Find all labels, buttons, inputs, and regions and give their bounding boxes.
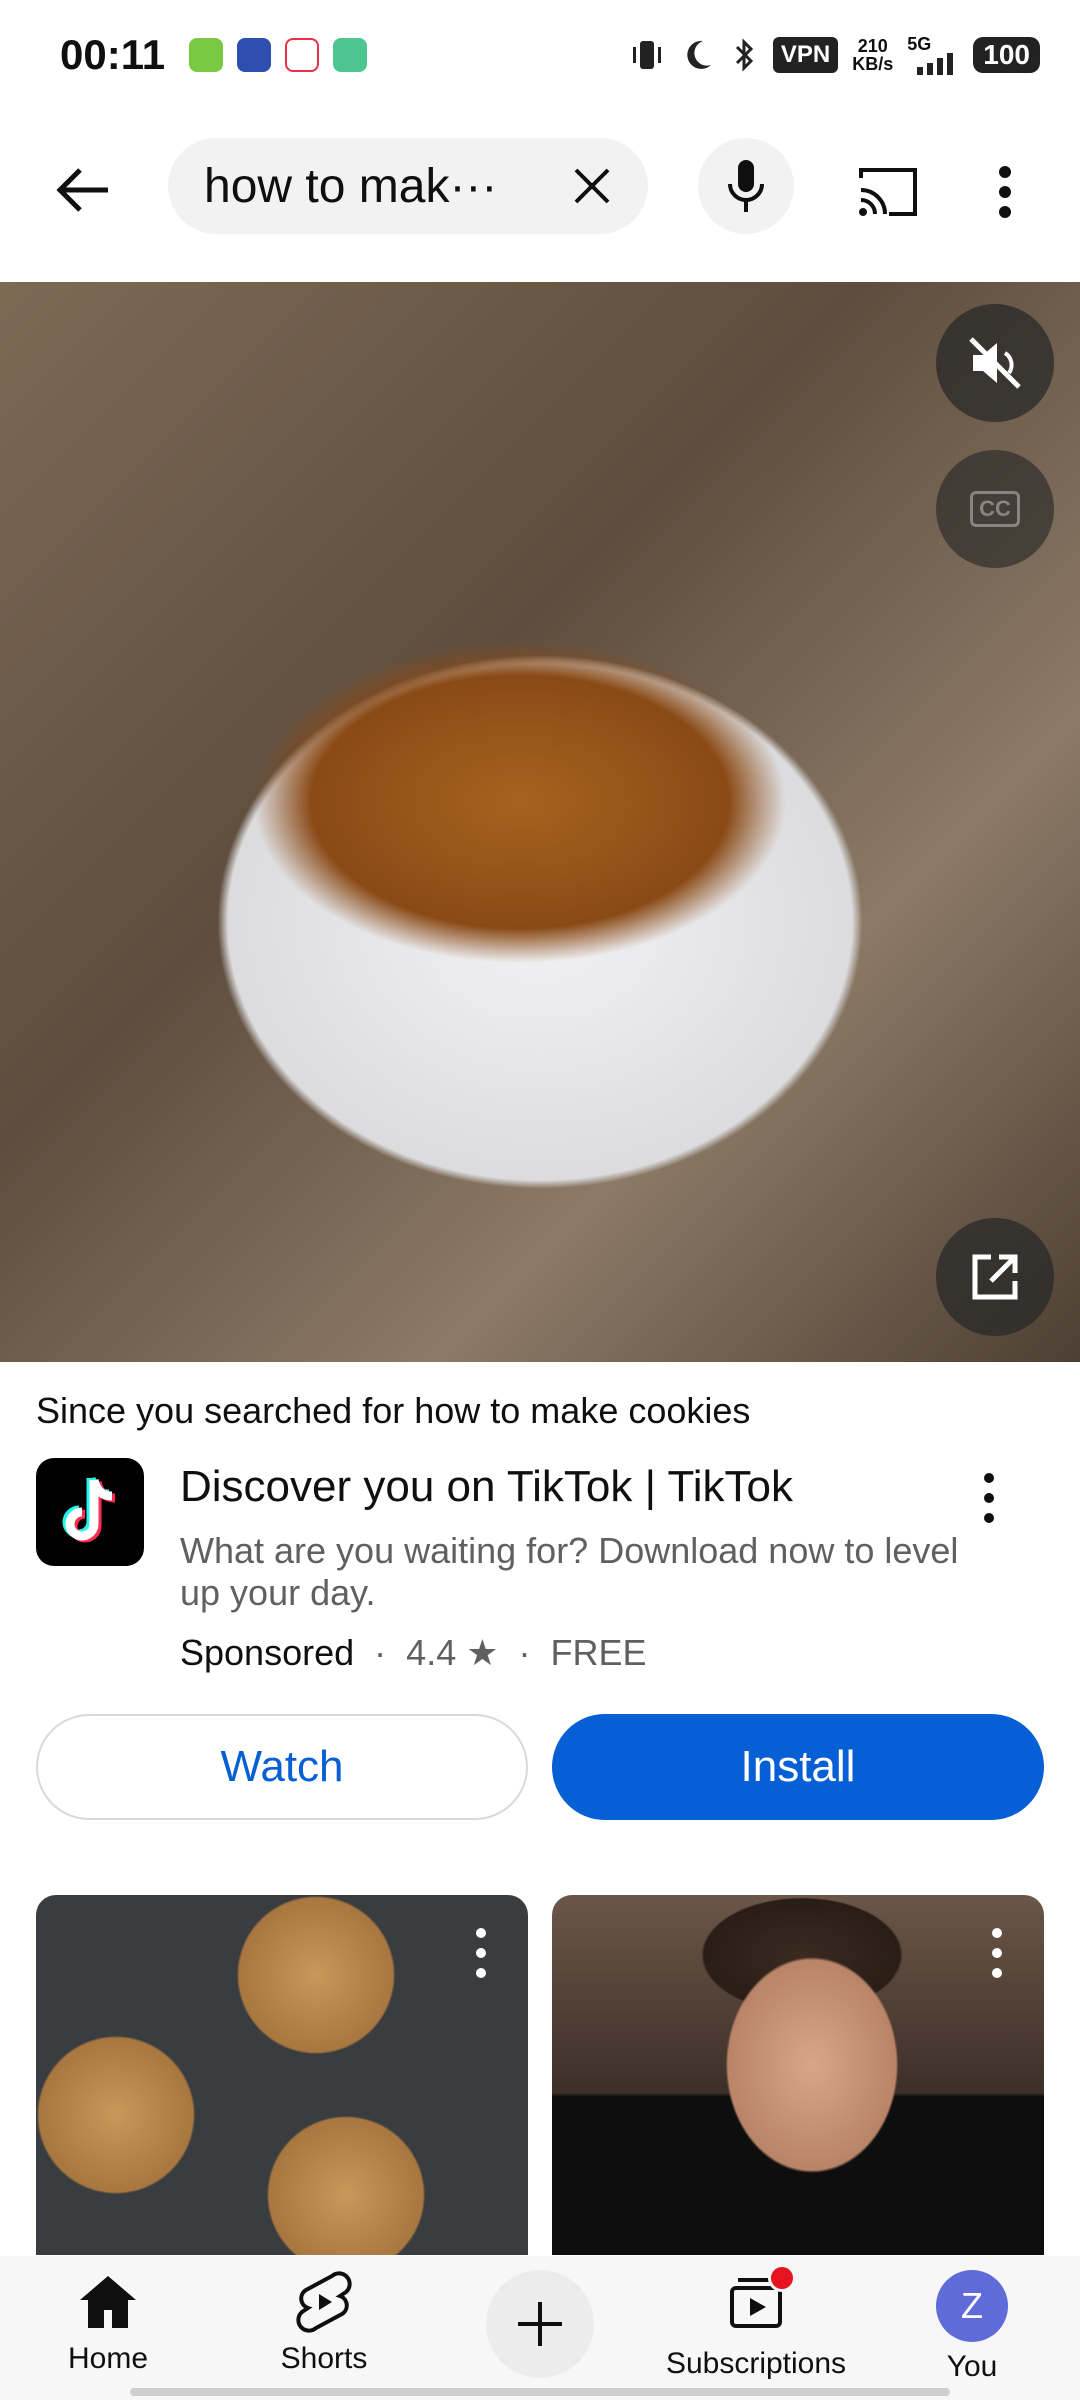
shorts-icon — [296, 2271, 352, 2333]
more-options-button[interactable] — [980, 150, 1030, 234]
ad-more-button[interactable] — [982, 1470, 1012, 1530]
nav-you[interactable]: Z You — [872, 2270, 1072, 2384]
result-more-button[interactable] — [474, 1925, 498, 1981]
home-icon — [80, 2276, 136, 2328]
signal: 5G — [907, 35, 959, 75]
ad-meta: Sponsored · 4.4 ★ · FREE — [180, 1632, 647, 1674]
speed-value: 210 — [857, 36, 888, 56]
network-type: 5G — [907, 34, 932, 54]
muted-speaker-icon — [969, 337, 1021, 389]
back-button[interactable] — [44, 150, 124, 230]
arrow-left-icon — [56, 168, 108, 212]
status-right: VPN 210 KB/s 5G 100 — [629, 35, 1040, 75]
notification-app-icon — [237, 38, 272, 72]
result-more-button[interactable] — [990, 1925, 1014, 1981]
notification-app-icon — [285, 38, 320, 72]
tiktok-logo[interactable] — [36, 1458, 144, 1566]
voice-search-button[interactable] — [698, 138, 794, 234]
plus-icon — [518, 2302, 562, 2346]
status-bar: 00:11 VPN 210 KB/s 5G 100 — [0, 0, 1080, 110]
vibrate-icon — [632, 41, 661, 69]
search-box[interactable]: how to mak··· — [168, 138, 648, 234]
cast-button[interactable] — [846, 150, 930, 234]
signal-bars-icon — [917, 53, 954, 75]
gesture-bar[interactable] — [130, 2388, 950, 2396]
battery-level: 100 — [973, 37, 1040, 73]
more-vertical-icon — [992, 1928, 1002, 1978]
more-vertical-icon — [476, 1928, 486, 1978]
meta-separator: · — [518, 1632, 531, 1673]
more-vertical-icon — [999, 166, 1011, 218]
captions-button[interactable]: CC — [936, 450, 1054, 568]
close-icon — [574, 168, 610, 204]
nav-subscriptions[interactable]: Subscriptions — [656, 2264, 856, 2381]
meta-separator: · — [374, 1632, 387, 1673]
mute-button[interactable] — [936, 304, 1054, 422]
ad-reason: Since you searched for how to make cooki… — [36, 1390, 750, 1432]
nav-shorts[interactable]: Shorts — [224, 2270, 424, 2376]
search-header: how to mak··· — [0, 130, 1080, 250]
notification-app-icon — [333, 38, 368, 72]
notification-dot — [768, 2264, 796, 2292]
open-ad-button[interactable] — [936, 1218, 1054, 1336]
bluetooth-icon — [735, 38, 754, 72]
ad-title[interactable]: Discover you on TikTok | TikTok — [180, 1462, 793, 1512]
video-result-thumbnail[interactable] — [552, 1895, 1044, 2255]
search-query[interactable]: how to mak··· — [204, 159, 524, 214]
nav-you-label: You — [946, 2350, 998, 2383]
ad-reason-prefix: Since you searched for — [36, 1390, 405, 1431]
star-icon: ★ — [466, 1632, 499, 1673]
cast-icon — [859, 168, 917, 216]
nav-home-label: Home — [67, 2342, 149, 2375]
install-button[interactable]: Install — [552, 1714, 1044, 1820]
ad-video-player[interactable]: CC — [0, 282, 1080, 1362]
ad-reason-query: how to make cookies — [414, 1390, 751, 1431]
nav-shorts-label: Shorts — [280, 2342, 368, 2375]
app-rating: 4.4 — [406, 1632, 457, 1673]
microphone-icon — [728, 160, 764, 212]
ad-description: What are you waiting for? Download now t… — [180, 1530, 959, 1613]
status-time: 00:11 — [60, 31, 166, 78]
app-price: FREE — [550, 1632, 647, 1673]
vpn-badge: VPN — [772, 37, 839, 73]
cc-icon: CC — [970, 491, 1020, 527]
tiktok-icon — [62, 1476, 116, 1543]
notification-app-icon — [189, 38, 224, 72]
open-external-icon — [972, 1254, 1018, 1300]
nav-home[interactable]: Home — [8, 2270, 208, 2376]
network-speed: 210 KB/s — [852, 37, 893, 73]
sponsored-label: Sponsored — [180, 1632, 355, 1673]
nav-subscriptions-label: Subscriptions — [665, 2347, 847, 2380]
speed-unit: KB/s — [852, 54, 894, 74]
subscriptions-icon-wrap — [724, 2264, 796, 2339]
watch-button[interactable]: Watch — [36, 1714, 528, 1820]
status-left: 00:11 — [60, 31, 368, 79]
bottom-navigation: Home Shorts Subscriptions Z You — [0, 2256, 1080, 2400]
more-vertical-icon — [984, 1473, 994, 1523]
avatar: Z — [936, 2270, 1008, 2342]
moon-icon — [687, 40, 711, 69]
video-result-thumbnail[interactable] — [36, 1895, 528, 2255]
create-button[interactable] — [486, 2270, 594, 2378]
clear-search-button[interactable] — [560, 154, 624, 218]
